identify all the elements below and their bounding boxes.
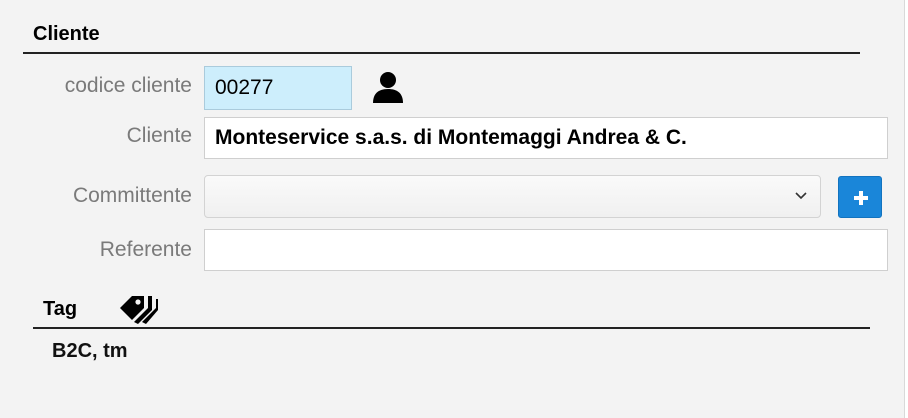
panel-edge — [904, 0, 908, 418]
codice-cliente-field[interactable]: 00277 — [204, 66, 352, 110]
cliente-label: Cliente — [126, 124, 192, 147]
section-divider — [23, 52, 860, 54]
section-title-cliente: Cliente — [33, 23, 100, 45]
referente-field[interactable] — [204, 229, 888, 271]
committente-label: Committente — [72, 184, 192, 207]
cliente-field[interactable]: Monteservice s.a.s. di Montemaggi Andrea… — [204, 117, 888, 159]
tag-list: B2C, tm — [52, 340, 128, 362]
referente-label: Referente — [99, 238, 192, 261]
plus-icon — [854, 191, 868, 205]
committente-select[interactable] — [204, 175, 821, 218]
codice-cliente-label: codice cliente — [64, 74, 192, 97]
add-committente-button[interactable] — [838, 176, 882, 218]
section-title-tag: Tag — [43, 298, 78, 320]
tags-icon[interactable] — [118, 290, 160, 326]
user-icon[interactable] — [370, 69, 406, 105]
tag-divider — [33, 327, 870, 329]
chevron-down-icon — [794, 189, 808, 208]
